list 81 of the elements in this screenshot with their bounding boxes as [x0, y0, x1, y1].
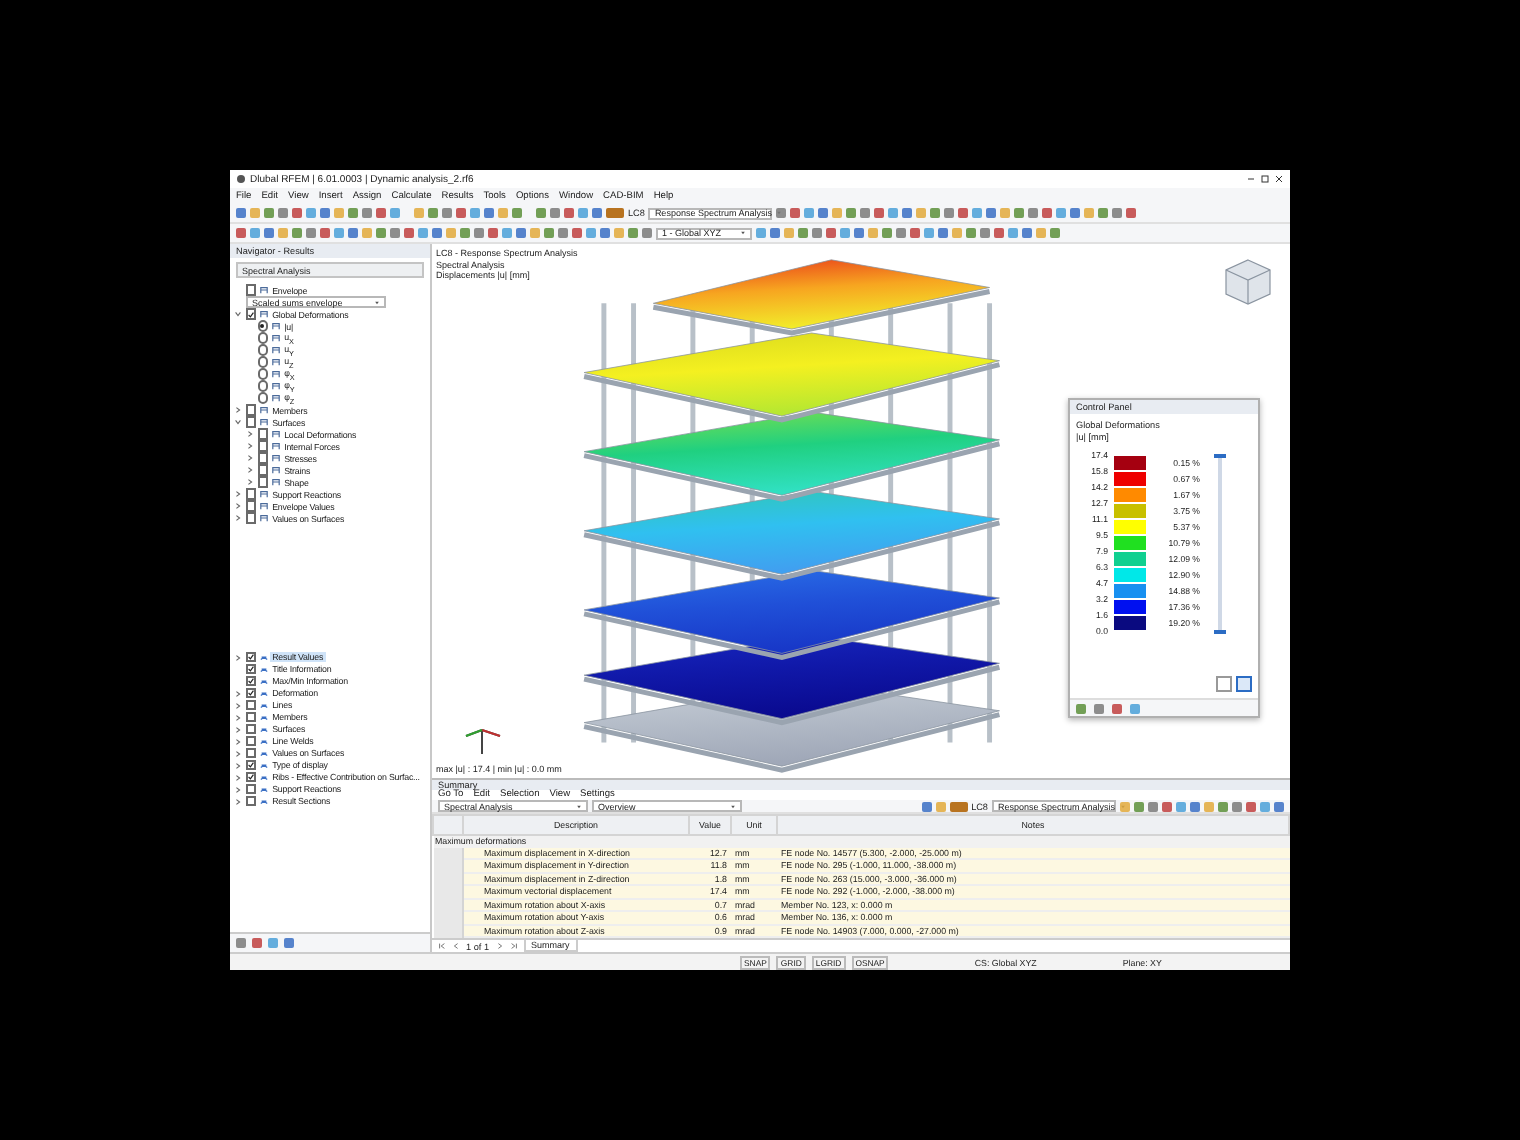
checkbox[interactable] [245, 711, 257, 723]
checkbox[interactable] [245, 651, 257, 663]
layer-icon [259, 773, 268, 781]
checkbox[interactable] [257, 464, 269, 476]
frame-icon [259, 502, 268, 510]
frame-icon [271, 382, 280, 390]
layer-icon [259, 665, 268, 673]
frame-icon [271, 394, 280, 402]
frame-icon [271, 478, 280, 486]
checkbox[interactable] [245, 783, 257, 795]
frame-icon [271, 334, 280, 342]
checkbox[interactable] [245, 308, 257, 320]
layer-icon [259, 737, 268, 745]
checkbox[interactable] [245, 416, 257, 428]
checkbox[interactable] [257, 428, 269, 440]
layer-icon [259, 701, 268, 709]
frame-icon [271, 430, 280, 438]
maximize-icon[interactable] [1260, 174, 1270, 184]
frame-icon [271, 346, 280, 354]
slider-thumb[interactable] [1214, 629, 1226, 635]
layer-icon [259, 797, 268, 805]
checkbox[interactable] [245, 500, 257, 512]
next-page-icon[interactable] [495, 942, 503, 950]
radio-button[interactable] [257, 356, 269, 368]
minimize-icon[interactable] [1246, 174, 1256, 184]
caret-icon [740, 230, 746, 236]
slider-thumb[interactable] [1214, 453, 1226, 459]
frame-icon [271, 442, 280, 450]
caret-icon [374, 299, 380, 305]
checkbox[interactable] [245, 663, 257, 675]
radio-button[interactable] [257, 332, 269, 344]
caret-icon [730, 803, 736, 809]
checkbox[interactable] [245, 747, 257, 759]
radio-button[interactable] [257, 344, 269, 356]
checkbox[interactable] [245, 687, 257, 699]
layer-icon [259, 677, 268, 685]
checkbox[interactable] [257, 452, 269, 464]
frame-icon [271, 322, 280, 330]
app-logo-icon [236, 174, 246, 184]
frame-icon [259, 418, 268, 426]
frame-icon [259, 286, 268, 294]
layer-icon [259, 761, 268, 769]
checkbox[interactable] [257, 440, 269, 452]
load-case-color-icon [949, 801, 968, 811]
checkbox[interactable] [245, 404, 257, 416]
frame-icon [259, 490, 268, 498]
checkbox[interactable] [245, 723, 257, 735]
close-icon[interactable] [1274, 174, 1284, 184]
first-page-icon[interactable] [438, 942, 446, 950]
checkbox[interactable] [245, 284, 257, 296]
layer-icon [259, 689, 268, 697]
layer-icon [259, 785, 268, 793]
caret-icon [576, 803, 582, 809]
radio-button[interactable] [257, 380, 269, 392]
frame-icon [271, 370, 280, 378]
checkbox[interactable] [245, 675, 257, 687]
frame-icon [259, 514, 268, 522]
frame-icon [259, 406, 268, 414]
checkbox[interactable] [245, 771, 257, 783]
frame-icon [271, 358, 280, 366]
view-cube-icon[interactable] [1222, 256, 1274, 308]
radio-button[interactable] [257, 392, 269, 404]
layer-icon [259, 749, 268, 757]
checkbox[interactable] [257, 476, 269, 488]
layer-icon [259, 713, 268, 721]
previous-page-icon[interactable] [452, 942, 460, 950]
load-case-color-icon [606, 208, 624, 218]
frame-icon [271, 466, 280, 474]
layer-icon [259, 725, 268, 733]
checkbox[interactable] [245, 699, 257, 711]
checkbox[interactable] [245, 759, 257, 771]
checkbox[interactable] [245, 795, 257, 807]
checkbox[interactable] [245, 735, 257, 747]
layer-icon [259, 653, 268, 661]
radio-button[interactable] [257, 320, 269, 332]
frame-icon [271, 454, 280, 462]
frame-icon [259, 310, 268, 318]
radio-button[interactable] [257, 368, 269, 380]
checkbox[interactable] [245, 512, 257, 524]
checkbox[interactable] [245, 488, 257, 500]
last-page-icon[interactable] [509, 942, 517, 950]
